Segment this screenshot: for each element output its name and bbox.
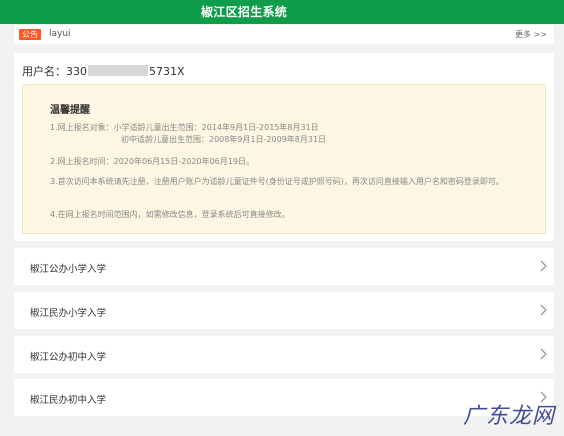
reminder-line-1a: 1.网上报名对象：小学适龄儿童出生范围：2014年9月1日-2015年8月31日 <box>50 123 319 132</box>
app-header: 椒江区招生系统 <box>0 0 564 24</box>
menu-item-label: 椒江民办小学入学 <box>30 308 107 319</box>
menu-item-label: 椒江公办小学入学 <box>30 264 107 275</box>
app-title: 椒江区招生系统 <box>201 5 288 19</box>
reminder-box: 温馨提醒 1.网上报名对象：小学适龄儿童出生范围：2014年9月1日-2015年… <box>22 84 546 234</box>
username-prefix: 330 <box>66 65 87 78</box>
menu-item-private-primary[interactable]: 椒江民办小学入学 <box>14 292 554 329</box>
chevron-right-icon <box>540 304 547 316</box>
reminder-line-4: 4.在网上报名时间范围内，如需修改信息，登录系统后可直接修改。 <box>50 210 290 219</box>
info-card: 用户名：330 5731X 温馨提醒 1.网上报名对象：小学适龄儿童出生范围：20… <box>14 53 554 241</box>
more-link[interactable]: 更多 >> <box>515 29 547 40</box>
notice-bar: 公告 layui 更多 >> <box>14 25 554 44</box>
reminder-line-1b: 初中适龄儿童出生范围：2008年9月1日-2009年8月31日 <box>121 135 327 144</box>
menu-item-label: 椒江公办初中入学 <box>30 352 107 363</box>
notice-text[interactable]: layui <box>49 29 71 39</box>
notice-badge: 公告 <box>19 29 41 40</box>
username-row: 用户名：330 5731X <box>22 63 185 79</box>
chevron-right-icon <box>540 348 547 360</box>
watermark-logo: 广东龙网 <box>462 404 555 429</box>
menu-item-public-primary[interactable]: 椒江公办小学入学 <box>14 248 554 285</box>
reminder-title: 温馨提醒 <box>50 105 90 116</box>
reminder-line-2: 2.网上报名时间：2020年06月15日-2020年06月19日。 <box>50 157 254 166</box>
username-label: 用户名： <box>22 65 66 78</box>
reminder-line-3: 3.首次访问本系统请先注册，注册用户账户为适龄儿童证件号(身份证号或护照号码)，… <box>50 177 504 186</box>
username-mask <box>88 65 148 76</box>
menu-item-public-junior[interactable]: 椒江公办初中入学 <box>14 336 554 373</box>
chevron-right-icon <box>540 260 547 272</box>
menu-item-label: 椒江民办初中入学 <box>30 395 107 406</box>
username-suffix: 5731X <box>149 65 185 78</box>
